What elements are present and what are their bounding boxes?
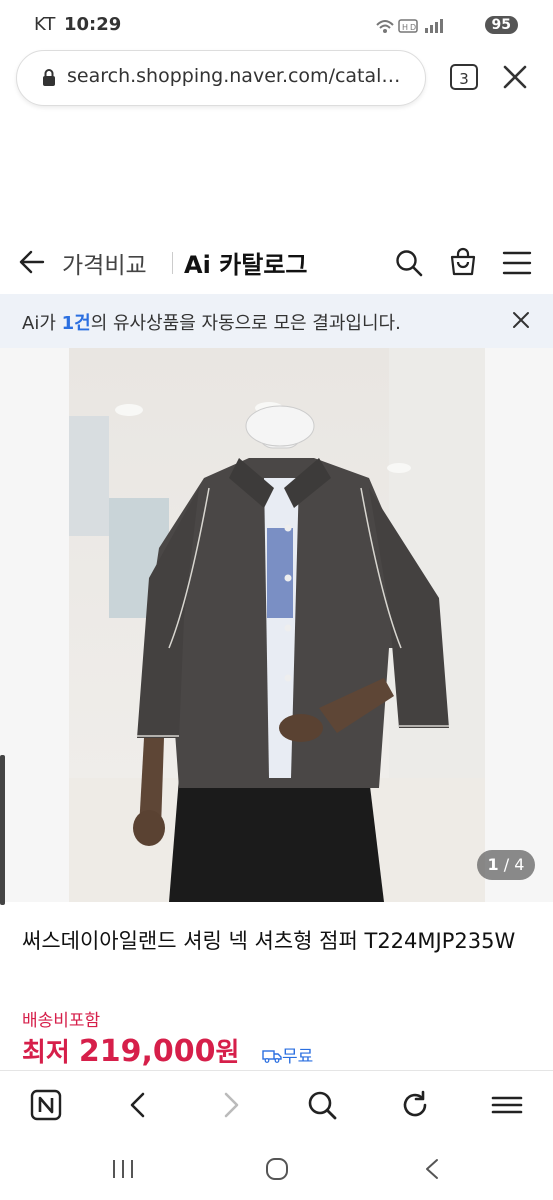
home-icon[interactable] xyxy=(264,1156,290,1182)
toolbar-menu-icon[interactable] xyxy=(491,1089,523,1121)
search-icon[interactable] xyxy=(394,248,424,278)
image-total: 4 xyxy=(514,855,525,874)
price-currency: 원 xyxy=(215,1038,240,1068)
address-bar[interactable]: search.shopping.naver.com/catal… xyxy=(16,50,426,106)
price-value: 219,000 xyxy=(78,1034,216,1069)
url-text[interactable]: search.shopping.naver.com/catal… xyxy=(67,65,415,87)
back-arrow-icon[interactable] xyxy=(18,248,46,276)
back-icon[interactable] xyxy=(122,1089,154,1121)
hamburger-menu-icon[interactable] xyxy=(502,249,532,277)
page-header: 가격비교 Ai 카탈로그 xyxy=(0,234,553,292)
system-navigation-bar xyxy=(0,1138,553,1200)
recent-apps-icon[interactable] xyxy=(110,1158,136,1180)
product-photo[interactable] xyxy=(69,348,485,902)
shopping-bag-icon[interactable] xyxy=(448,247,478,277)
status-bar: KT 10:29 HD 95 xyxy=(0,0,553,52)
carrier-label: KT xyxy=(34,14,56,35)
product-image-carousel[interactable]: 1 / 4 xyxy=(0,348,553,902)
lowest-price: 최저 219,000원 xyxy=(22,1032,239,1069)
edge-panel-handle[interactable] xyxy=(0,755,5,905)
signal-icons: HD xyxy=(375,17,455,39)
naver-home-icon[interactable] xyxy=(30,1089,62,1121)
close-icon[interactable] xyxy=(500,62,530,92)
banner-text: Ai가 1건의 유사상품을 자동으로 모은 결과입니다. xyxy=(22,309,401,335)
ai-similar-banner: Ai가 1건의 유사상품을 자동으로 모은 결과입니다. xyxy=(0,294,553,348)
image-current: 1 xyxy=(487,855,499,874)
browser-toolbar xyxy=(0,1070,553,1139)
svg-text:HD: HD xyxy=(402,23,418,32)
header-divider xyxy=(172,252,173,274)
banner-count[interactable]: 1건 xyxy=(62,313,91,334)
banner-suffix: 의 유사상품을 자동으로 모은 결과입니다. xyxy=(90,313,401,334)
wifi-hd-signal-icon: HD xyxy=(376,19,443,33)
image-counter: 1 / 4 xyxy=(477,850,535,880)
free-shipping-label: 무료 xyxy=(282,1047,314,1067)
price-label: 최저 xyxy=(22,1038,79,1068)
header-brand[interactable]: Ai 카탈로그 xyxy=(184,245,307,280)
reload-icon[interactable] xyxy=(399,1089,431,1121)
truck-icon xyxy=(262,1050,282,1063)
banner-close-icon[interactable] xyxy=(511,310,531,330)
clock: 10:29 xyxy=(64,14,122,35)
free-shipping: 무료 xyxy=(262,1042,313,1067)
header-title[interactable]: 가격비교 xyxy=(62,246,147,280)
toolbar-search-icon[interactable] xyxy=(306,1089,338,1121)
lock-icon xyxy=(43,69,55,86)
tab-switcher-button[interactable]: 3 xyxy=(450,64,478,90)
banner-prefix: Ai가 xyxy=(22,313,62,334)
forward-icon[interactable] xyxy=(215,1089,247,1121)
system-back-icon[interactable] xyxy=(422,1158,442,1180)
shipping-included-label: 배송비포함 xyxy=(22,1011,101,1031)
product-title: 써스데이아일랜드 셔링 넥 셔츠형 점퍼 T224MJP235W xyxy=(22,929,516,953)
battery-indicator: 95 xyxy=(484,16,518,34)
image-separator: / xyxy=(498,855,515,874)
